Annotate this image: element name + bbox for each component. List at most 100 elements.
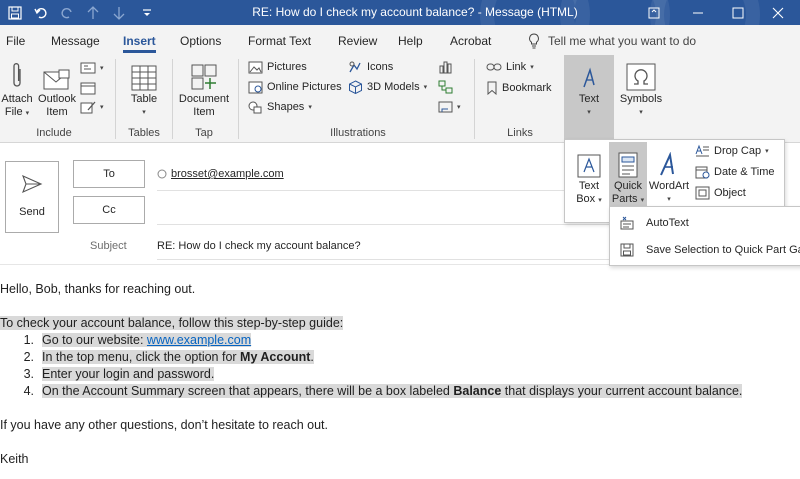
icons-icon xyxy=(349,61,361,72)
text-box-button[interactable]: Text Box ▾ xyxy=(569,146,609,207)
tab-format-text[interactable]: Format Text xyxy=(248,34,311,48)
to-recipient-address: brosset@example.com xyxy=(171,168,284,180)
screenshot-icon xyxy=(438,101,453,113)
close-icon[interactable] xyxy=(756,0,800,25)
tab-help[interactable]: Help xyxy=(398,34,423,48)
closing-text: If you have any other questions, don’t h… xyxy=(0,418,328,432)
group-separator xyxy=(238,59,239,139)
shapes-button[interactable]: Shapes ▾ xyxy=(248,98,312,116)
to-field-underline xyxy=(157,190,565,191)
active-tab-indicator xyxy=(123,50,156,53)
business-card-icon xyxy=(80,62,96,74)
shapes-icon xyxy=(248,101,262,113)
link-button[interactable]: Link ▾ xyxy=(486,58,534,76)
to-button[interactable]: To xyxy=(73,160,145,188)
smartart-button[interactable] xyxy=(438,78,453,96)
bookmark-button[interactable]: Bookmark xyxy=(486,79,552,97)
quick-parts-button[interactable]: Quick Parts ▾ xyxy=(609,146,647,207)
document-item-button[interactable]: Document Item xyxy=(176,59,232,119)
lightbulb-icon xyxy=(529,33,539,49)
business-card-button[interactable]: ▾ xyxy=(80,59,104,77)
group-label-illustrations: Illustrations xyxy=(330,127,386,139)
bookmark-icon xyxy=(487,81,497,95)
tab-options[interactable]: Options xyxy=(180,34,221,48)
menu-bar: File Message Insert Options Format Text … xyxy=(0,25,800,55)
screenshot-button[interactable]: ▾ xyxy=(438,98,461,116)
step-4: On the Account Summary screen that appea… xyxy=(42,384,743,398)
group-separator xyxy=(474,59,475,139)
link-icon xyxy=(486,63,502,71)
presence-icon xyxy=(157,169,167,179)
intro-text: To check your account balance, follow th… xyxy=(0,316,344,330)
document-item-icon xyxy=(191,64,217,90)
picture-icon xyxy=(248,61,263,73)
quick-parts-icon xyxy=(618,152,638,178)
send-label: Send xyxy=(19,206,45,218)
date-time-icon xyxy=(695,166,710,179)
step-number: 3. xyxy=(23,367,34,381)
step-number: 4. xyxy=(23,384,34,398)
cc-button[interactable]: Cc xyxy=(73,196,145,224)
to-recipient[interactable]: brosset@example.com xyxy=(157,168,284,180)
step-number: 1. xyxy=(23,333,34,347)
3d-models-button[interactable]: 3D Models ▾ xyxy=(348,78,427,96)
website-link[interactable]: www.example.com xyxy=(147,333,251,347)
tell-me-search[interactable]: Tell me what you want to do xyxy=(528,33,696,49)
omega-icon xyxy=(626,63,656,91)
save-selection-icon xyxy=(620,243,634,257)
wordart-button[interactable]: WordArt ▾ xyxy=(647,146,691,206)
step-3: Enter your login and password. xyxy=(42,367,215,381)
tab-message[interactable]: Message xyxy=(51,34,100,48)
subject-input[interactable]: RE: How do I check my account balance? xyxy=(157,240,361,252)
send-button[interactable]: Send xyxy=(5,161,59,233)
icons-button[interactable]: Icons xyxy=(348,58,393,76)
text-box-icon xyxy=(577,154,601,178)
attach-file-button[interactable]: Attach File ▾ xyxy=(0,59,34,120)
quick-parts-menu: AutoText Save Selection to Quick Part Ga… xyxy=(609,206,800,266)
smartart-icon xyxy=(438,80,453,94)
object-button[interactable]: Object xyxy=(695,186,746,200)
table-button[interactable]: Table ▾ xyxy=(122,59,166,119)
group-label-tap: Tap xyxy=(195,127,213,139)
group-separator xyxy=(172,59,173,139)
online-picture-icon xyxy=(248,81,263,93)
envelope-icon xyxy=(43,69,70,90)
drop-cap-icon xyxy=(695,144,709,157)
symbols-button[interactable]: Symbols ▾ xyxy=(616,59,666,119)
tab-acrobat[interactable]: Acrobat xyxy=(450,34,491,48)
outlook-item-button[interactable]: Outlook Item xyxy=(36,59,78,119)
menu-item-save-selection[interactable]: Save Selection to Quick Part Gallery... xyxy=(620,243,800,257)
greeting-text: Hello, Bob, thanks for reaching out. xyxy=(0,282,196,296)
tab-review[interactable]: Review xyxy=(338,34,377,48)
maximize-icon[interactable] xyxy=(716,0,760,25)
ribbon-display-icon[interactable] xyxy=(632,0,676,25)
signature-text: Keith xyxy=(0,452,29,466)
signature-button[interactable]: ▾ xyxy=(80,98,104,116)
calendar-button[interactable] xyxy=(80,79,96,97)
tab-insert[interactable]: Insert xyxy=(123,34,156,48)
chart-button[interactable] xyxy=(438,58,453,76)
send-icon xyxy=(22,174,43,194)
message-body[interactable]: Hello, Bob, thanks for reaching out. To … xyxy=(0,265,800,479)
minimize-icon[interactable] xyxy=(676,0,720,25)
text-button[interactable]: Text ▾ xyxy=(566,59,612,119)
menu-item-autotext[interactable]: AutoText xyxy=(620,216,689,230)
save-selection-label: Save Selection to Quick Part Gallery... xyxy=(646,244,800,256)
title-bar: RE: How do I check my account balance? -… xyxy=(0,0,800,25)
cube-icon xyxy=(349,80,362,94)
signature-icon xyxy=(80,101,96,114)
date-time-button[interactable]: Date & Time xyxy=(695,165,775,179)
bar-chart-icon xyxy=(439,61,452,74)
group-label-tables: Tables xyxy=(128,127,160,139)
tab-file[interactable]: File xyxy=(6,34,25,48)
calendar-icon xyxy=(80,82,96,95)
online-pictures-button[interactable]: Online Pictures xyxy=(248,78,342,96)
pictures-button[interactable]: Pictures xyxy=(248,58,307,76)
step-2: In the top menu, click the option for My… xyxy=(42,350,314,364)
group-label-links: Links xyxy=(507,127,533,139)
drop-cap-button[interactable]: Drop Cap ▾ xyxy=(695,144,769,158)
autotext-icon xyxy=(620,216,634,230)
group-label-include: Include xyxy=(36,127,72,139)
autotext-label: AutoText xyxy=(646,217,689,229)
step-number: 2. xyxy=(23,350,34,364)
